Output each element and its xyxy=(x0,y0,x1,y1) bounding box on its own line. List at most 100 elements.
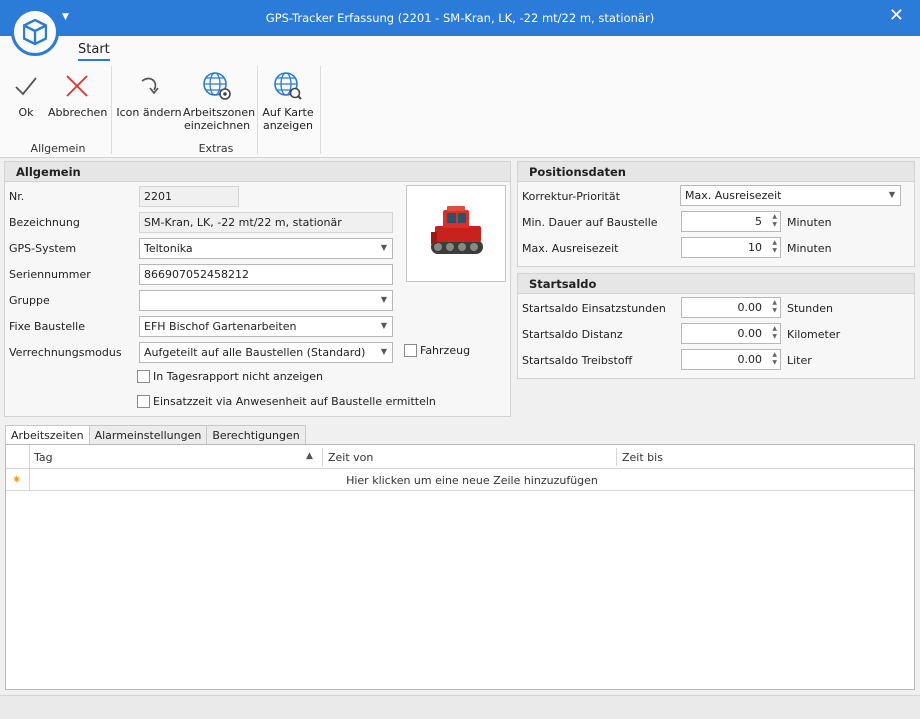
anwesenheit-checkbox[interactable]: Einsatzzeit via Anwesenheit auf Baustell… xyxy=(137,395,436,408)
ribbon-separator xyxy=(111,66,112,154)
sort-ascending-icon[interactable]: ▲ xyxy=(306,451,313,461)
treibstoff-value: 0.00 xyxy=(737,353,763,366)
column-header-zeit-von[interactable]: Zeit von xyxy=(328,451,373,464)
ribbon-separator xyxy=(257,66,258,154)
general-header: Allgemein xyxy=(5,162,510,182)
baustelle-value: EFH Bischof Gartenarbeiten xyxy=(144,320,297,333)
min-unit: Minuten xyxy=(787,216,832,229)
verrechnung-label: Verrechnungsmodus xyxy=(9,346,122,359)
cancel-button[interactable]: Abbrechen xyxy=(48,70,108,119)
nr-field: 2201 xyxy=(139,186,239,207)
fahrzeug-label: Fahrzeug xyxy=(420,344,471,357)
prio-select[interactable]: Max. Ausreisezeit ▼ xyxy=(680,185,901,206)
stunden-value: 0.00 xyxy=(737,301,763,314)
new-row-star-icon: ✷ xyxy=(12,473,22,486)
checkbox-box[interactable] xyxy=(137,370,150,383)
chevron-down-icon[interactable]: ▼ xyxy=(889,190,895,199)
cancel-label: Abbrechen xyxy=(48,106,108,119)
nr-label: Nr. xyxy=(9,190,25,203)
startsaldo-header: Startsaldo xyxy=(518,274,914,294)
stunden-unit: Stunden xyxy=(787,302,833,315)
spin-arrows-icon[interactable]: ▲ ▼ xyxy=(772,213,777,229)
window-title: GPS-Tracker Erfassung (2201 - SM-Kran, L… xyxy=(265,11,655,25)
tagesrapport-label: In Tagesrapport nicht anzeigen xyxy=(153,370,324,383)
new-row[interactable]: ✷ Hier klicken um eine neue Zeile hinzuz… xyxy=(6,469,914,491)
max-unit: Minuten xyxy=(787,242,832,255)
title-bar: GPS-Tracker Erfassung (2201 - SM-Kran, L… xyxy=(0,0,920,36)
chevron-down-icon[interactable]: ▼ xyxy=(381,243,387,252)
bezeichnung-label: Bezeichnung xyxy=(9,216,80,229)
prio-label: Korrektur-Priorität xyxy=(522,190,620,203)
baustelle-select[interactable]: EFH Bischof Gartenarbeiten ▼ xyxy=(139,316,393,337)
tab-berechtigungen[interactable]: Berechtigungen xyxy=(206,425,306,445)
spin-arrows-icon[interactable]: ▲ ▼ xyxy=(772,239,777,255)
column-divider[interactable] xyxy=(616,448,617,466)
checkmark-icon xyxy=(15,77,37,96)
gps-system-label: GPS-System xyxy=(9,242,77,255)
spin-arrows-icon[interactable]: ▲ ▼ xyxy=(772,351,777,367)
chevron-down-icon[interactable]: ▼ xyxy=(381,295,387,304)
checkbox-box[interactable] xyxy=(404,344,417,357)
show-on-map-label-2: anzeigen xyxy=(262,119,314,132)
gruppe-select[interactable]: ▼ xyxy=(139,290,393,311)
app-logo[interactable] xyxy=(11,8,59,56)
draw-zones-label-2: einzeichnen xyxy=(183,119,251,132)
max-value: 10 xyxy=(748,241,762,254)
fahrzeug-checkbox[interactable]: Fahrzeug xyxy=(404,344,470,357)
bulldozer-icon xyxy=(431,206,483,254)
anwesenheit-label: Einsatzzeit via Anwesenheit auf Baustell… xyxy=(153,395,436,408)
column-header-zeit-bis[interactable]: Zeit bis xyxy=(622,451,663,464)
checkbox-box[interactable] xyxy=(137,395,150,408)
distanz-stepper[interactable]: 0.00 ▲ ▼ xyxy=(681,323,781,344)
treibstoff-stepper[interactable]: 0.00 ▲ ▼ xyxy=(681,349,781,370)
tab-start[interactable]: Start xyxy=(78,42,110,61)
min-stepper[interactable]: 5 ▲ ▼ xyxy=(681,211,781,232)
chevron-down-icon[interactable]: ▼ xyxy=(381,321,387,330)
draw-zones-label-1: Arbeitszonen xyxy=(183,106,256,119)
arbeitszeiten-grid: Tag ▲ Zeit von Zeit bis ✷ Hier klicken u… xyxy=(5,444,915,690)
tracker-icon-box[interactable] xyxy=(406,185,506,282)
column-header-tag[interactable]: Tag xyxy=(34,451,53,464)
column-divider[interactable] xyxy=(322,448,323,466)
close-red-icon xyxy=(66,75,88,97)
icon-change-button[interactable]: Icon ändern xyxy=(116,70,182,119)
tab-bar: Arbeitszeiten Alarmeinstellungen Berecht… xyxy=(5,425,306,446)
serial-input[interactable]: 866907052458212 xyxy=(139,264,393,285)
spin-arrows-icon[interactable]: ▲ ▼ xyxy=(772,325,777,341)
verrechnung-select[interactable]: Aufgeteilt auf alle Baustellen (Standard… xyxy=(139,342,393,363)
treibstoff-unit: Liter xyxy=(787,354,812,367)
tab-alarmeinstellungen[interactable]: Alarmeinstellungen xyxy=(88,425,208,445)
distanz-label: Startsaldo Distanz xyxy=(522,328,623,341)
globe-search-icon xyxy=(274,72,302,100)
bezeichnung-field: SM-Kran, LK, -22 mt/22 m, stationär xyxy=(139,212,393,233)
quick-access-dropdown-icon[interactable]: ▼ xyxy=(62,12,69,22)
icon-change-label: Icon ändern xyxy=(116,106,182,119)
chevron-down-icon[interactable]: ▼ xyxy=(381,347,387,356)
ok-label: Ok xyxy=(18,106,34,119)
max-stepper[interactable]: 10 ▲ ▼ xyxy=(681,237,781,258)
stunden-label: Startsaldo Einsatzstunden xyxy=(522,302,666,315)
position-header: Positionsdaten xyxy=(518,162,914,182)
gruppe-label: Gruppe xyxy=(9,294,50,307)
verrechnung-value: Aufgeteilt auf alle Baustellen (Standard… xyxy=(144,346,366,359)
show-on-map-label-1: Auf Karte xyxy=(262,106,314,119)
ribbon: Start Ok Abbrechen Icon ändern Arbeitszo… xyxy=(0,36,920,158)
draw-zones-button[interactable]: Arbeitszonen einzeichnen xyxy=(183,70,256,132)
tagesrapport-checkbox[interactable]: In Tagesrapport nicht anzeigen xyxy=(137,370,323,383)
min-value: 5 xyxy=(755,215,762,228)
group-label-general: Allgemein xyxy=(30,142,86,155)
gps-system-value: Teltonika xyxy=(144,242,193,255)
spin-arrows-icon[interactable]: ▲ ▼ xyxy=(772,299,777,315)
cube-icon xyxy=(23,19,47,45)
show-on-map-button[interactable]: Auf Karte anzeigen xyxy=(260,70,316,132)
stunden-stepper[interactable]: 0.00 ▲ ▼ xyxy=(681,297,781,318)
tab-arbeitszeiten[interactable]: Arbeitszeiten xyxy=(5,425,90,446)
treibstoff-label: Startsaldo Treibstoff xyxy=(522,354,633,367)
close-icon[interactable]: ✕ xyxy=(889,7,904,25)
distanz-unit: Kilometer xyxy=(787,328,841,341)
ok-button[interactable]: Ok xyxy=(10,70,42,119)
new-row-hint[interactable]: Hier klicken um eine neue Zeile hinzuzuf… xyxy=(30,474,914,487)
baustelle-label: Fixe Baustelle xyxy=(9,320,85,333)
ribbon-separator xyxy=(320,66,321,154)
gps-system-select[interactable]: Teltonika ▼ xyxy=(139,238,393,259)
